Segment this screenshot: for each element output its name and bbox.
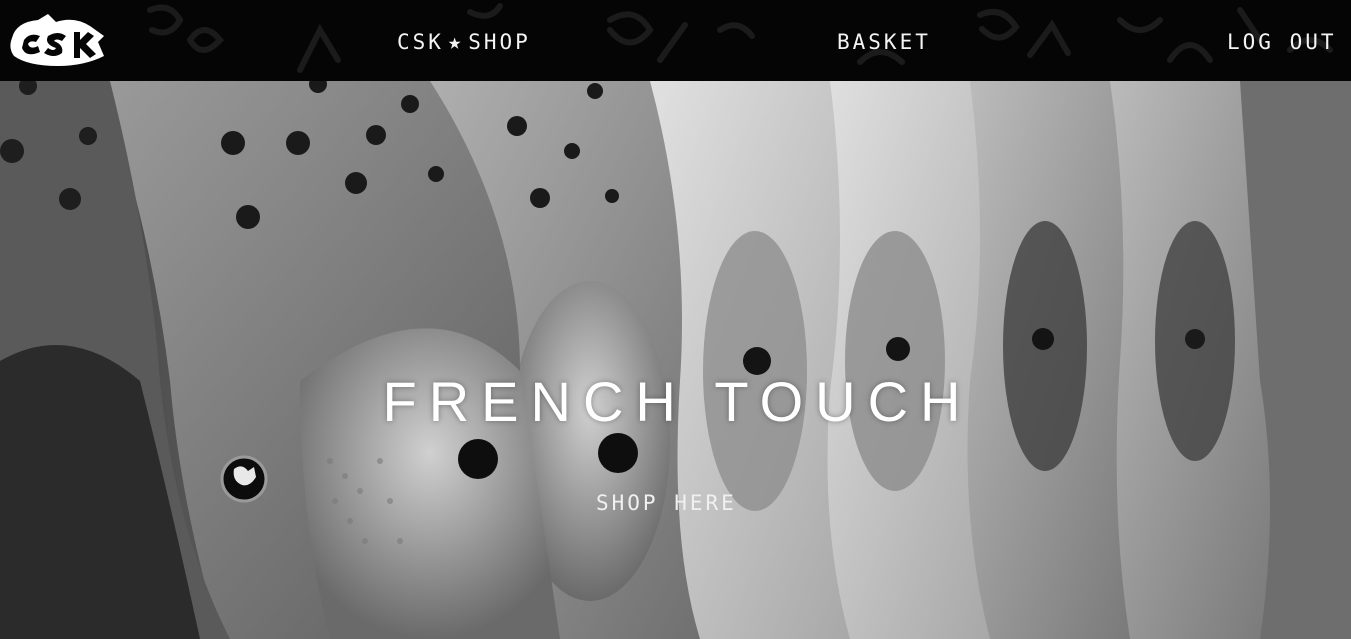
hero-image <box>0 81 1351 639</box>
nav-shop-suffix: SHOP <box>468 30 531 54</box>
nav-logout-link[interactable]: LOG OUT <box>1227 28 1337 56</box>
hero-banner: FRENCH TOUCH SHOP HERE <box>0 81 1351 639</box>
nav-shop-prefix: CSK <box>397 30 444 54</box>
top-navbar: CSK ★ SHOP BASKET LOG OUT <box>0 0 1351 81</box>
navbar-graffiti-pattern <box>147 3 1333 73</box>
shop-here-button[interactable]: SHOP HERE <box>596 489 756 517</box>
logo[interactable] <box>8 14 108 68</box>
hero-title: FRENCH TOUCH <box>382 370 973 433</box>
star-icon: ★ <box>447 30 465 55</box>
nav-shop-link[interactable]: CSK ★ SHOP <box>397 28 531 56</box>
logo-icon <box>10 14 104 66</box>
nav-basket-link[interactable]: BASKET <box>837 28 931 56</box>
